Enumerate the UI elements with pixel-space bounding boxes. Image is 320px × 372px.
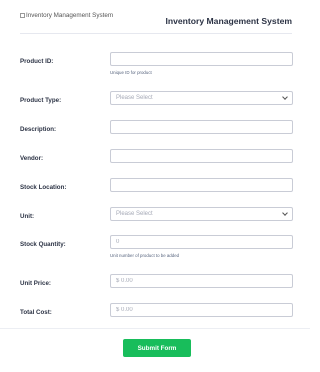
product-type-label: Product Type: bbox=[20, 97, 62, 104]
unit-label: Unit: bbox=[20, 213, 35, 220]
submit-button[interactable]: Submit Form bbox=[123, 339, 191, 357]
stock-location-input[interactable] bbox=[110, 178, 293, 192]
product-id-input[interactable] bbox=[110, 52, 293, 66]
footer-divider bbox=[0, 328, 310, 329]
logo: Inventory Management System bbox=[20, 12, 120, 20]
form-header: Inventory Management System Inventory Ma… bbox=[20, 12, 292, 34]
page-title: Inventory Management System bbox=[165, 16, 292, 26]
broken-image-icon bbox=[20, 13, 25, 18]
unit-selected: Please Select bbox=[116, 211, 153, 217]
logo-alt-text: Inventory Management System bbox=[26, 12, 114, 19]
unit-price-input[interactable] bbox=[110, 274, 293, 288]
description-input[interactable] bbox=[110, 120, 293, 134]
chevron-down-icon bbox=[282, 94, 288, 100]
stock-quantity-input[interactable] bbox=[110, 235, 293, 249]
chevron-down-icon bbox=[282, 210, 288, 216]
stock-quantity-hint: Unit number of product to be added bbox=[110, 253, 180, 258]
total-cost-label: Total Cost: bbox=[20, 309, 52, 316]
product-id-hint: Unique ID for product bbox=[110, 70, 152, 75]
product-type-selected: Please Select bbox=[116, 95, 153, 101]
vendor-input[interactable] bbox=[110, 149, 293, 163]
stock-quantity-label: Stock Quantity: bbox=[20, 241, 66, 248]
description-label: Description: bbox=[20, 126, 57, 133]
product-type-select[interactable]: Please Select bbox=[110, 91, 293, 105]
vendor-label: Vendor: bbox=[20, 155, 44, 162]
unit-select[interactable]: Please Select bbox=[110, 207, 293, 221]
total-cost-input[interactable] bbox=[110, 303, 293, 317]
product-id-label: Product ID: bbox=[20, 58, 54, 65]
unit-price-label: Unit Price: bbox=[20, 280, 51, 287]
header-divider bbox=[20, 33, 292, 34]
stock-location-label: Stock Location: bbox=[20, 184, 67, 191]
